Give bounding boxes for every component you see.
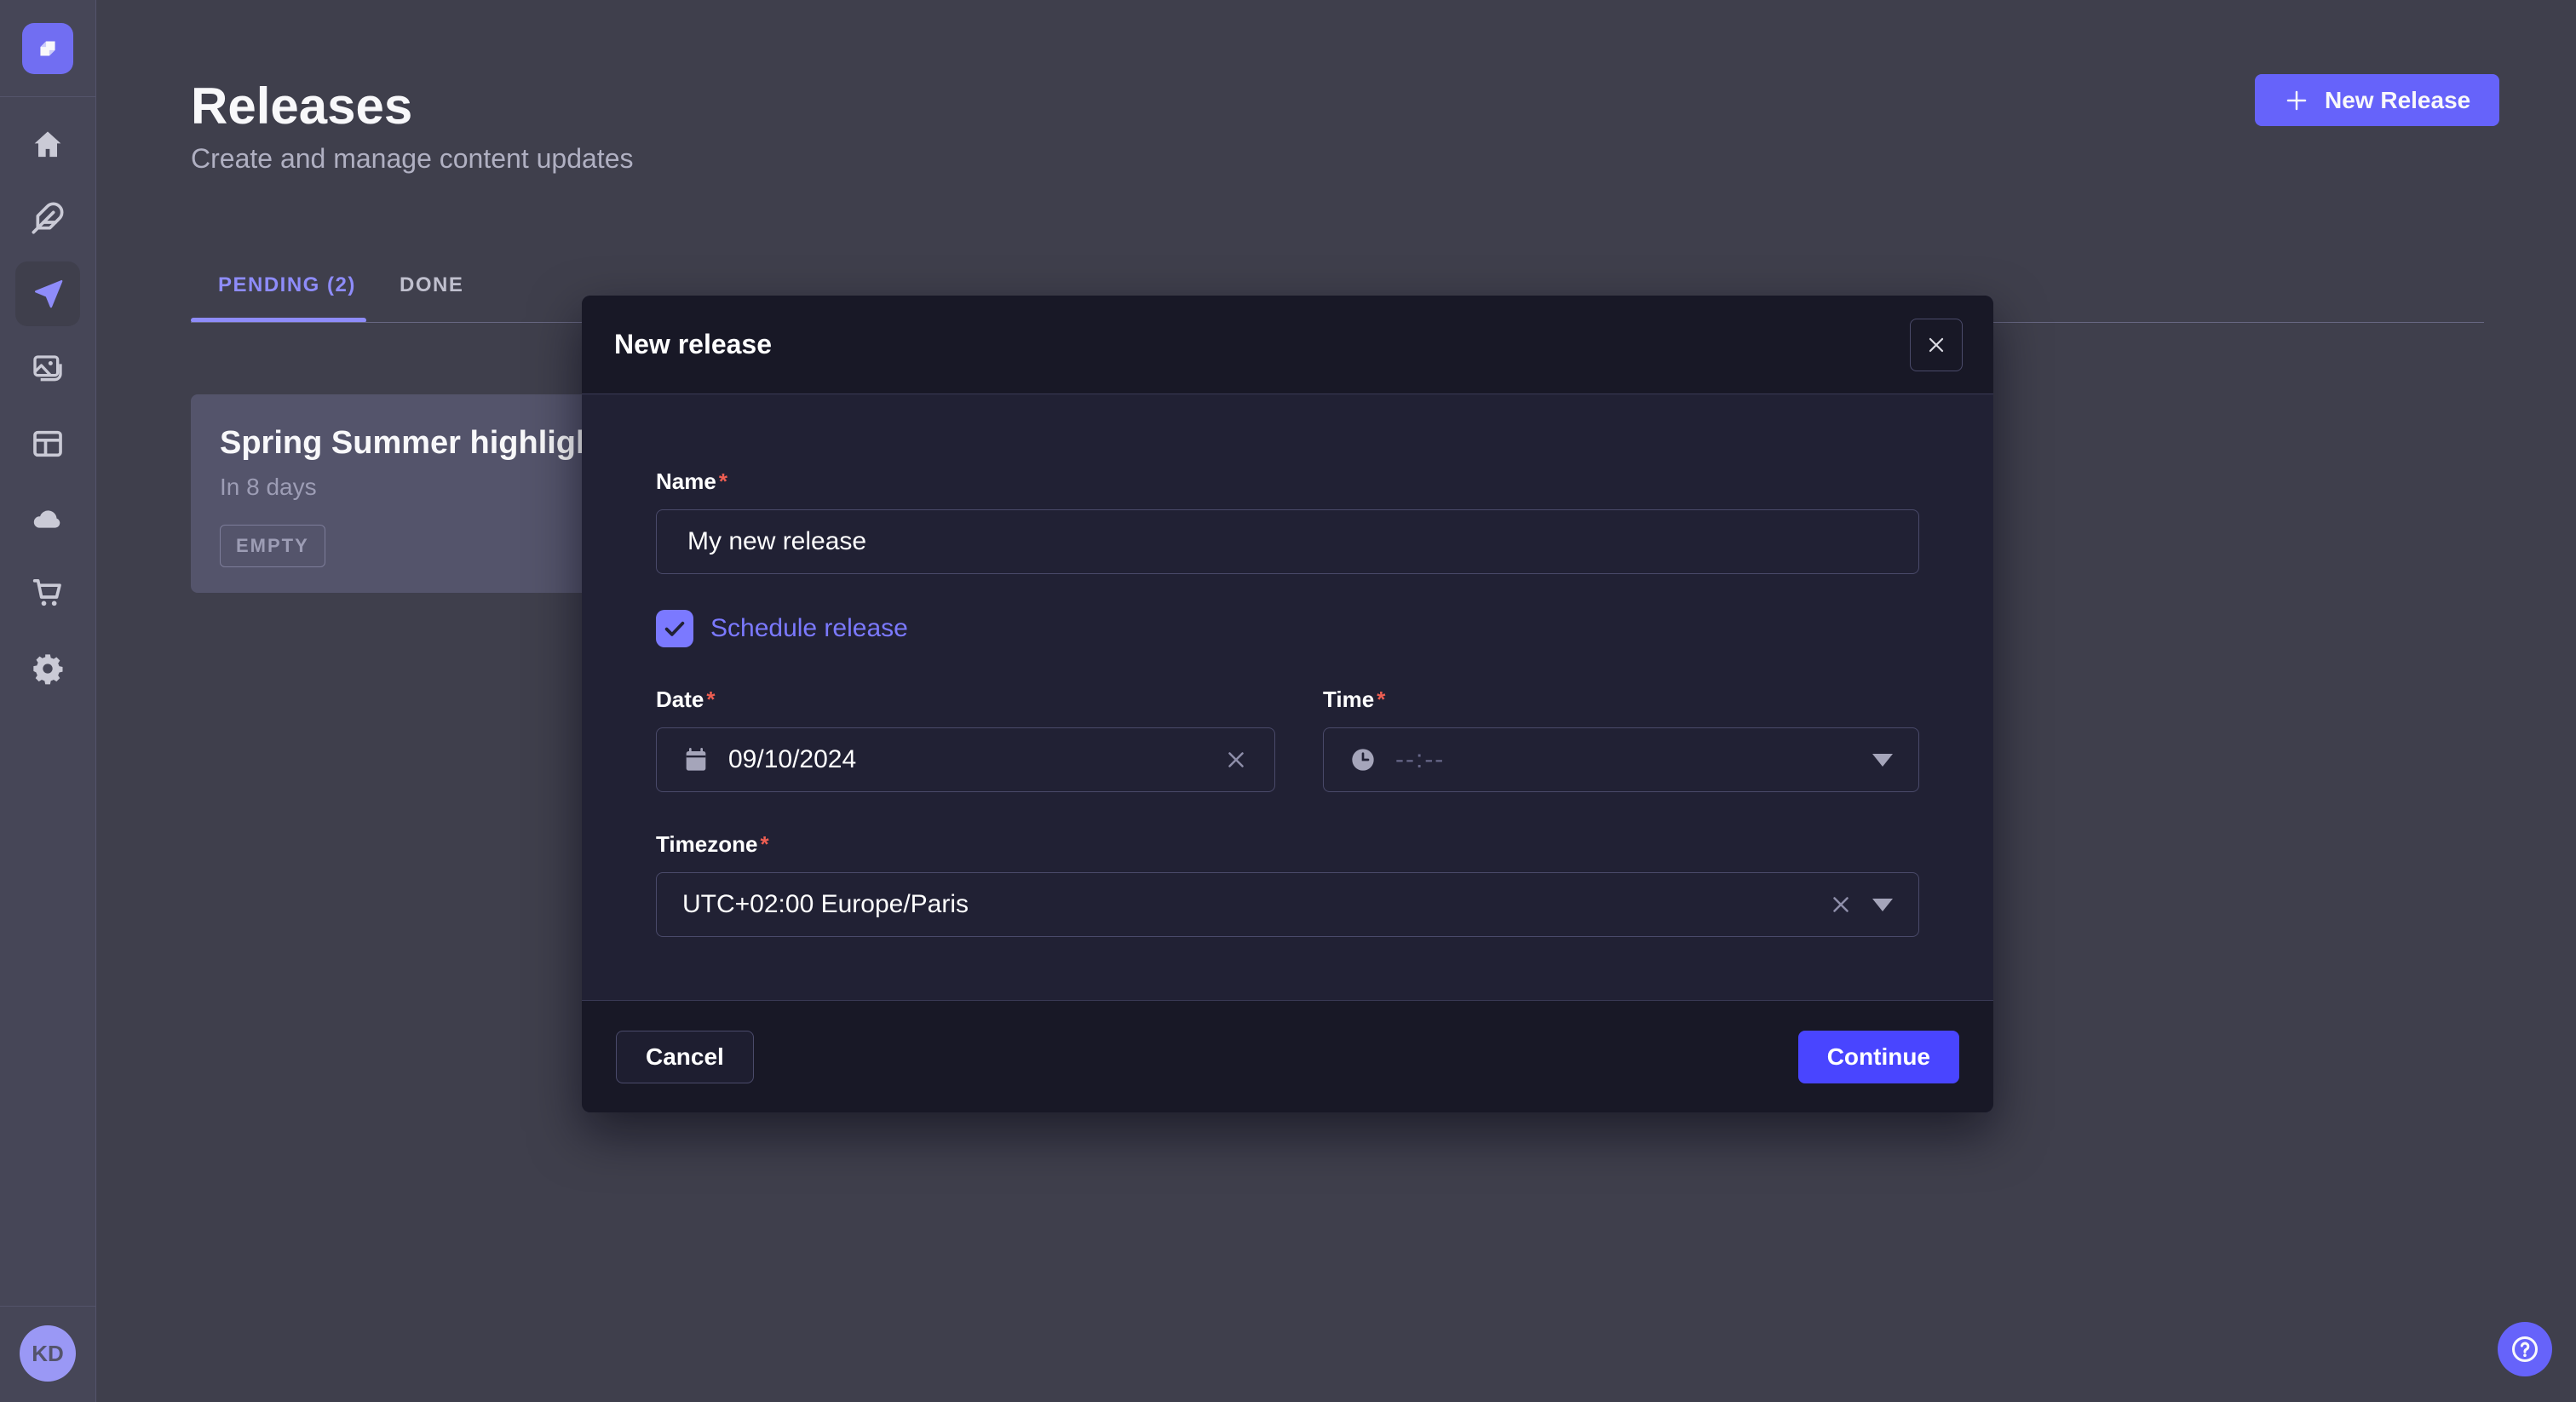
time-label-text: Time: [1323, 687, 1374, 712]
modal-close-button[interactable]: [1910, 319, 1963, 371]
schedule-checkbox-label: Schedule release: [710, 614, 908, 643]
modal-header: New release: [582, 296, 1993, 394]
required-marker: *: [706, 687, 715, 712]
continue-button[interactable]: Continue: [1798, 1031, 1959, 1083]
timezone-select[interactable]: UTC+02:00 Europe/Paris: [656, 872, 1919, 937]
calendar-icon: [682, 746, 710, 773]
time-placeholder: --:--: [1395, 745, 1445, 774]
modal-body: Name* Schedule release Date*: [582, 395, 1993, 937]
name-input[interactable]: [656, 509, 1919, 574]
checkmark-icon: [662, 616, 687, 641]
required-marker: *: [719, 468, 727, 494]
required-marker: *: [760, 831, 768, 857]
clear-timezone-icon[interactable]: [1828, 892, 1854, 917]
name-field-label: Name*: [656, 468, 1919, 495]
name-label-text: Name: [656, 468, 716, 494]
cancel-button[interactable]: Cancel: [616, 1031, 754, 1083]
chevron-down-icon[interactable]: [1872, 754, 1893, 767]
required-marker: *: [1377, 687, 1385, 712]
time-field-label: Time*: [1323, 687, 1919, 713]
date-value: 09/10/2024: [728, 745, 856, 774]
timezone-value: UTC+02:00 Europe/Paris: [682, 890, 969, 919]
modal-footer: Cancel Continue: [582, 1000, 1993, 1112]
timezone-field-group: Timezone* UTC+02:00 Europe/Paris: [656, 831, 1919, 937]
timezone-label-text: Timezone: [656, 831, 757, 857]
close-icon: [1925, 334, 1947, 356]
name-field-group: Name*: [656, 468, 1919, 574]
clock-icon: [1349, 746, 1377, 773]
timezone-field-label: Timezone*: [656, 831, 1919, 858]
chevron-down-icon[interactable]: [1872, 899, 1893, 911]
time-picker[interactable]: --:--: [1323, 727, 1919, 792]
modal-title: New release: [614, 329, 772, 360]
time-field-group: Time* --:--: [1323, 687, 1919, 792]
schedule-release-toggle[interactable]: Schedule release: [656, 610, 1919, 647]
date-field-label: Date*: [656, 687, 1275, 713]
new-release-modal: New release Name* Schedule release: [582, 296, 1993, 1112]
clear-date-icon[interactable]: [1223, 747, 1249, 773]
date-field-group: Date* 09/10/2024: [656, 687, 1275, 792]
date-picker[interactable]: 09/10/2024: [656, 727, 1275, 792]
date-label-text: Date: [656, 687, 704, 712]
date-time-row: Date* 09/10/2024 Time*: [656, 687, 1919, 792]
schedule-checkbox[interactable]: [656, 610, 693, 647]
